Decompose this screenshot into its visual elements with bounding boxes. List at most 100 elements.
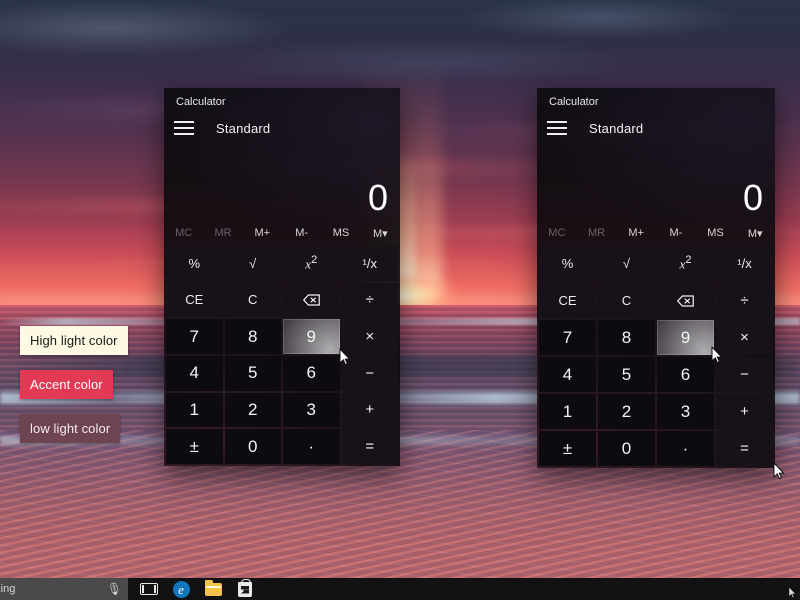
swatch-label: High light color xyxy=(30,333,118,348)
memory-button-m[interactable]: M▾ xyxy=(735,227,775,240)
two-key[interactable]: 2 xyxy=(598,394,655,429)
seven-key[interactable]: 7 xyxy=(539,320,596,355)
reciprocal-key[interactable]: ¹/x xyxy=(716,246,773,281)
desktop[interactable]: High light color Accent color low light … xyxy=(0,0,800,600)
memory-button-m+[interactable]: M+ xyxy=(616,227,656,239)
key-label: ¹/x xyxy=(737,256,751,271)
clear-entry-key[interactable]: CE xyxy=(166,283,223,318)
percent-key[interactable]: % xyxy=(166,246,223,281)
taskbar-notification-area[interactable] xyxy=(760,578,800,600)
square-key[interactable]: x2 xyxy=(283,246,340,281)
calculator-memory-row: MCMRM+M-MSM▾ xyxy=(164,220,400,246)
hamburger-menu-icon[interactable] xyxy=(547,121,567,135)
zero-key[interactable]: 0 xyxy=(598,431,655,466)
two-key[interactable]: 2 xyxy=(225,393,282,428)
taskbar-search-box[interactable]: ything 🎙 xyxy=(0,578,128,600)
calculator-mode-label: Standard xyxy=(589,121,643,136)
seven-key[interactable]: 7 xyxy=(166,319,223,354)
multiply-key[interactable]: × xyxy=(342,319,399,354)
clear-key[interactable]: C xyxy=(598,283,655,318)
calculator-result-value: 0 xyxy=(368,180,388,216)
backspace-glyph xyxy=(677,295,694,307)
calculator-window-2[interactable]: Calculator Standard 0 MCMRM+M-MSM▾ %√x2¹… xyxy=(537,88,775,468)
calculator-keypad: %√ x2 ¹/x CE C ÷ 7 89× 4 5 6 − 12 3 + ±0 · = xyxy=(164,246,400,466)
five-key[interactable]: 5 xyxy=(598,357,655,392)
six-key[interactable]: 6 xyxy=(657,357,714,392)
hamburger-line xyxy=(174,121,194,123)
key-label: CE xyxy=(558,293,576,308)
four-key[interactable]: 4 xyxy=(166,356,223,391)
key-label: x2 xyxy=(305,254,317,272)
key-label: · xyxy=(308,437,314,457)
subtract-key[interactable]: − xyxy=(342,356,399,391)
store-button[interactable] xyxy=(230,578,260,600)
memory-button-m+[interactable]: M+ xyxy=(243,227,282,239)
key-label: 6 xyxy=(681,365,690,385)
one-key[interactable]: 1 xyxy=(539,394,596,429)
memory-button-m-[interactable]: M- xyxy=(656,227,696,239)
microphone-icon[interactable]: 🎙 xyxy=(107,583,122,595)
one-key[interactable]: 1 xyxy=(166,393,223,428)
key-label: ¹/x xyxy=(363,256,377,271)
eight-key[interactable]: 8 xyxy=(225,319,282,354)
key-label: ± xyxy=(563,439,572,459)
reciprocal-key[interactable]: ¹/x xyxy=(342,246,399,281)
memory-button-ms[interactable]: MS xyxy=(321,227,360,239)
equals-key[interactable]: = xyxy=(342,429,399,464)
square-root-key[interactable]: √ xyxy=(225,246,282,281)
memory-button-m-[interactable]: M- xyxy=(282,227,321,239)
clear-key[interactable]: C xyxy=(225,283,282,318)
taskbar[interactable]: ything 🎙 e xyxy=(0,578,800,600)
four-key[interactable]: 4 xyxy=(539,357,596,392)
decimal-key[interactable]: · xyxy=(283,429,340,464)
square-key[interactable]: x2 xyxy=(657,246,714,281)
calculator-display[interactable]: 0 xyxy=(164,142,400,220)
key-label: 4 xyxy=(190,363,199,383)
memory-button-mc: MC xyxy=(164,227,203,239)
nine-key[interactable]: 9 xyxy=(283,319,340,354)
key-label: + xyxy=(365,401,374,418)
sign-toggle-key[interactable]: ± xyxy=(166,429,223,464)
sign-toggle-key[interactable]: ± xyxy=(539,431,596,466)
subtract-key[interactable]: − xyxy=(716,357,773,392)
memory-button-ms[interactable]: MS xyxy=(696,227,736,239)
zero-key[interactable]: 0 xyxy=(225,429,282,464)
nine-key[interactable]: 9 xyxy=(657,320,714,355)
key-label: 5 xyxy=(248,363,257,383)
key-label: 7 xyxy=(563,328,572,348)
key-label: CE xyxy=(185,292,203,307)
key-label: ÷ xyxy=(740,292,748,309)
decimal-key[interactable]: · xyxy=(657,431,714,466)
key-label: 8 xyxy=(622,328,631,348)
three-key[interactable]: 3 xyxy=(283,393,340,428)
backspace-key[interactable] xyxy=(283,283,340,318)
key-label: 7 xyxy=(190,327,199,347)
add-key[interactable]: + xyxy=(716,394,773,429)
key-label: 3 xyxy=(307,400,316,420)
three-key[interactable]: 3 xyxy=(657,394,714,429)
key-label: ± xyxy=(190,437,199,457)
six-key[interactable]: 6 xyxy=(283,356,340,391)
divide-key[interactable]: ÷ xyxy=(716,283,773,318)
percent-key[interactable]: % xyxy=(539,246,596,281)
memory-button-m[interactable]: M▾ xyxy=(361,227,400,240)
add-key[interactable]: + xyxy=(342,393,399,428)
divide-key[interactable]: ÷ xyxy=(342,283,399,318)
backspace-key[interactable] xyxy=(657,283,714,318)
equals-key[interactable]: = xyxy=(716,431,773,466)
square-root-key[interactable]: √ xyxy=(598,246,655,281)
key-label: C xyxy=(622,293,631,308)
task-view-icon xyxy=(140,583,158,595)
clear-entry-key[interactable]: CE xyxy=(539,283,596,318)
calculator-display[interactable]: 0 xyxy=(537,142,775,220)
file-explorer-button[interactable] xyxy=(198,578,228,600)
multiply-key[interactable]: × xyxy=(716,320,773,355)
eight-key[interactable]: 8 xyxy=(598,320,655,355)
five-key[interactable]: 5 xyxy=(225,356,282,391)
hamburger-menu-icon[interactable] xyxy=(174,121,194,135)
edge-button[interactable]: e xyxy=(166,578,196,600)
calculator-window-1[interactable]: Calculator Standard 0 MCMRM+M-MSM▾ %√x2¹… xyxy=(164,88,400,466)
taskbar-icon-group: e xyxy=(134,578,260,600)
task-view-button[interactable] xyxy=(134,578,164,600)
key-label: − xyxy=(365,365,374,382)
